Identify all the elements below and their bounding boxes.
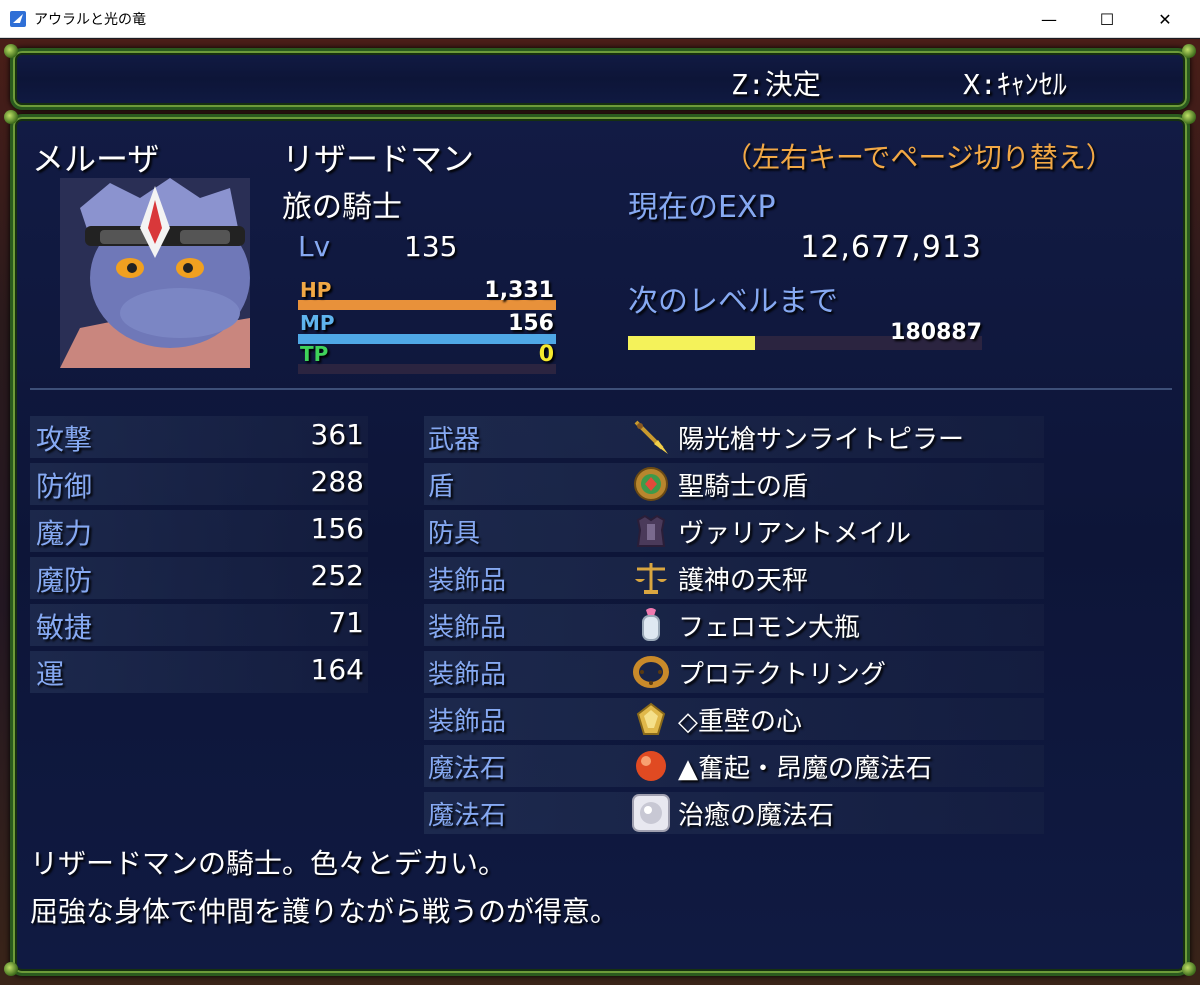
equip-row-accessory: 装飾品 護神の天秤 — [424, 557, 1044, 599]
cancel-hint: X:ｷｬﾝｾﾙ — [963, 68, 1067, 101]
stat-value: 164 — [310, 653, 364, 686]
vine-ornament — [4, 44, 18, 58]
level-label: Lv — [298, 230, 331, 263]
level-value: 135 — [404, 230, 458, 263]
equip-row-armor: 防具 ヴァリアントメイル — [424, 510, 1044, 552]
close-icon: ✕ — [1158, 9, 1172, 29]
equip-slot: 魔法石 — [428, 754, 507, 784]
vine-ornament — [1182, 44, 1196, 58]
stat-label: 運 — [36, 658, 65, 691]
hp-label: HP — [300, 278, 332, 302]
mp-label: MP — [300, 311, 335, 335]
ring-icon — [633, 656, 669, 688]
equip-item: ◇重壁の心 — [678, 707, 802, 737]
equip-item: 陽光槍サンライトピラー — [678, 425, 965, 455]
armor-icon — [636, 514, 666, 547]
minimize-icon: — — [1041, 9, 1057, 29]
confirm-hint: Z:決定 — [731, 68, 821, 101]
profile-line-2: 屈強な身体で仲間を護りながら戦うのが得意。 — [30, 895, 619, 928]
vine-ornament — [1182, 962, 1196, 976]
equip-slot: 魔法石 — [428, 801, 507, 831]
mp-value: 156 — [508, 311, 554, 336]
stat-value: 71 — [328, 606, 364, 639]
stat-row-magic: 魔力 156 — [30, 510, 368, 552]
equip-slot: 防具 — [428, 519, 481, 549]
stat-row-magic-defense: 魔防 252 — [30, 557, 368, 599]
maximize-button[interactable]: ☐ — [1084, 0, 1130, 38]
tp-label: TP — [300, 342, 329, 366]
equip-item: ▲奮起・昂魔の魔法石 — [678, 754, 932, 784]
equip-row-accessory: 装飾品 ◇重壁の心 — [424, 698, 1044, 740]
close-button[interactable]: ✕ — [1142, 0, 1188, 38]
actor-name: メルーザ — [32, 140, 160, 178]
section-divider — [30, 388, 1172, 390]
stat-value: 252 — [310, 559, 364, 592]
stat-label: 敏捷 — [36, 611, 93, 644]
equip-item: ヴァリアントメイル — [678, 519, 911, 549]
stat-row-defense: 防御 288 — [30, 463, 368, 505]
equip-row-accessory: 装飾品 プロテクトリング — [424, 651, 1044, 693]
actor-nickname: 旅の騎士 — [282, 190, 402, 225]
equip-row-magic-stone: 魔法石 治癒の魔法石 — [424, 792, 1044, 834]
equip-item: 治癒の魔法石 — [678, 801, 835, 831]
vine-ornament — [4, 962, 18, 976]
help-window: Z:決定 X:ｷｬﾝｾﾙ — [10, 48, 1190, 110]
window-title: アウラルと光の竜 — [34, 12, 146, 28]
next-level-label: 次のレベルまで — [628, 284, 838, 319]
spear-icon — [634, 420, 668, 454]
equip-item: プロテクトリング — [678, 660, 887, 690]
equip-slot: 武器 — [428, 425, 481, 455]
hp-value: 1,331 — [484, 278, 554, 303]
vine-ornament — [4, 110, 18, 124]
window-titlebar: アウラルと光の竜 — ☐ ✕ — [0, 0, 1200, 38]
equip-item: フェロモン大瓶 — [678, 613, 861, 643]
stat-value: 288 — [310, 465, 364, 498]
next-exp-value: 180887 — [890, 320, 982, 345]
page-switch-hint: （左右キーでページ切り替え） — [724, 141, 1114, 174]
minimize-button[interactable]: — — [1026, 0, 1072, 38]
stat-label: 攻撃 — [36, 423, 93, 456]
stat-label: 防御 — [36, 470, 93, 503]
stat-row-luck: 運 164 — [30, 651, 368, 693]
app-icon — [10, 11, 26, 27]
white-orb-icon — [632, 794, 670, 832]
equip-item: 護神の天秤 — [678, 566, 809, 596]
tp-value: 0 — [538, 342, 554, 367]
scales-icon — [635, 563, 667, 594]
stat-value: 156 — [310, 512, 364, 545]
equip-row-magic-stone: 魔法石 ▲奮起・昂魔の魔法石 — [424, 745, 1044, 787]
stat-row-agility: 敏捷 71 — [30, 604, 368, 646]
stat-label: 魔力 — [36, 517, 93, 550]
actor-portrait — [60, 178, 250, 368]
equip-slot: 装飾品 — [428, 707, 507, 737]
red-orb-icon — [636, 751, 666, 781]
equip-row-weapon: 武器 陽光槍サンライトピラー — [424, 416, 1044, 458]
stat-label: 魔防 — [36, 564, 93, 597]
vine-ornament — [1182, 110, 1196, 124]
equip-row-accessory: 装飾品 フェロモン大瓶 — [424, 604, 1044, 646]
equip-slot: 装飾品 — [428, 660, 507, 690]
equip-slot: 盾 — [428, 472, 455, 502]
profile-line-1: リザードマンの騎士。色々とデカい。 — [30, 847, 507, 880]
gem-icon — [636, 702, 666, 735]
bottle-icon — [642, 608, 660, 641]
current-exp-value: 12,677,913 — [800, 230, 982, 265]
maximize-icon: ☐ — [1099, 9, 1115, 29]
equip-row-shield: 盾 聖騎士の盾 — [424, 463, 1044, 505]
equip-item: 聖騎士の盾 — [678, 472, 809, 502]
stat-value: 361 — [310, 418, 364, 451]
actor-class: リザードマン — [282, 140, 475, 178]
equip-slot: 装飾品 — [428, 566, 507, 596]
shield-icon — [634, 467, 668, 501]
current-exp-label: 現在のEXP — [628, 190, 776, 225]
stat-row-attack: 攻撃 361 — [30, 416, 368, 458]
equip-slot: 装飾品 — [428, 613, 507, 643]
